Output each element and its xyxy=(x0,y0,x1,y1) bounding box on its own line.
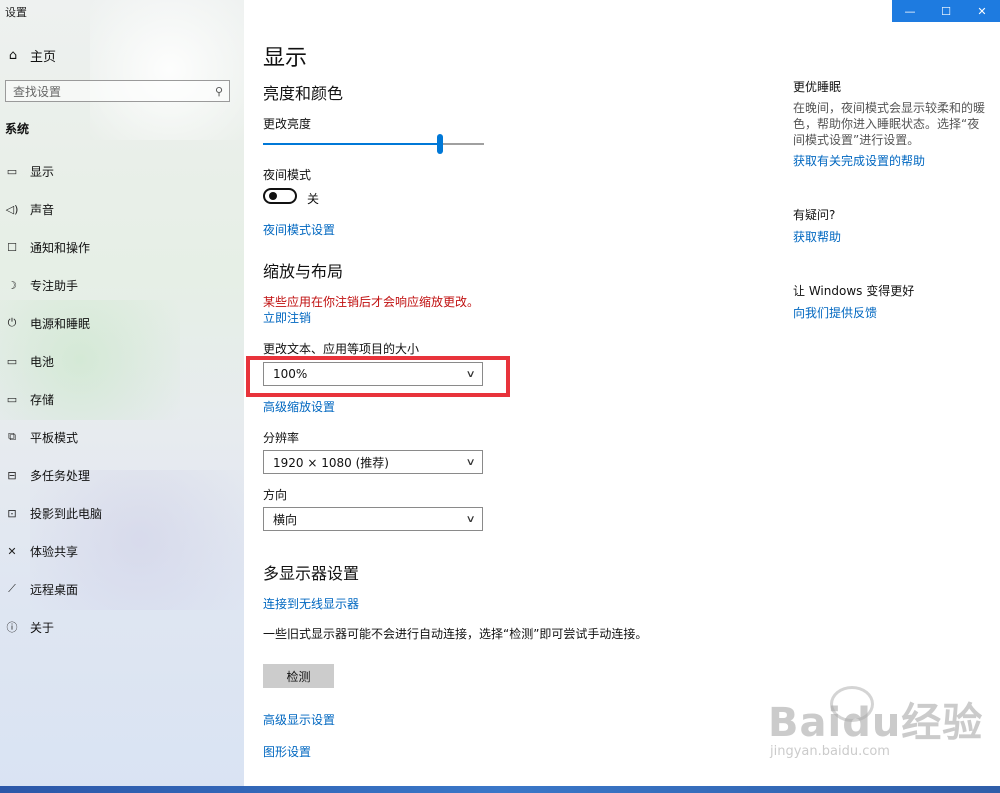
notification-icon: ☐ xyxy=(7,240,17,254)
sidebar-item-battery[interactable]: ▭ 电池 xyxy=(0,342,244,380)
advanced-scaling-link[interactable]: 高级缩放设置 xyxy=(263,398,335,415)
chevron-down-icon: ∨ xyxy=(465,513,476,525)
chevron-down-icon: ∨ xyxy=(465,456,476,468)
scale-size-label: 更改文本、应用等项目的大小 xyxy=(263,342,420,356)
search-input[interactable]: 查找设置 ⚲ xyxy=(5,80,230,102)
resolution-dropdown[interactable]: 1920 × 1080 (推荐) ∨ xyxy=(263,450,483,474)
search-placeholder: 查找设置 xyxy=(13,84,62,99)
brightness-heading: 亮度和颜色 xyxy=(263,84,344,103)
multi-display-description: 一些旧式显示器可能不会进行自动连接，选择“检测”即可尝试手动连接。 xyxy=(263,627,648,641)
night-mode-settings-link[interactable]: 夜间模式设置 xyxy=(263,221,335,238)
sidebar-item-label: 多任务处理 xyxy=(30,468,91,483)
feedback-link[interactable]: 向我们提供反馈 xyxy=(793,304,877,321)
sidebar-item-label: 声音 xyxy=(30,202,55,217)
sidebar-item-label: 电源和睡眠 xyxy=(30,316,91,331)
sleep-help-link[interactable]: 获取有关完成设置的帮助 xyxy=(793,152,925,169)
power-icon: ⏻ xyxy=(7,316,17,329)
sidebar-home[interactable]: ⌂ 主页 xyxy=(5,46,56,65)
sidebar-item-label: 显示 xyxy=(30,164,55,179)
sidebar-item-storage[interactable]: ▭ 存储 xyxy=(0,380,244,418)
speaker-icon: ◁) xyxy=(5,202,19,216)
question-heading: 有疑问? xyxy=(793,208,836,222)
get-help-link[interactable]: 获取帮助 xyxy=(793,228,841,245)
sidebar-nav: ▭ 显示 ◁) 声音 ☐ 通知和操作 ☽ 专注助手 ⏻ 电源和睡眠 ▭ 电池 ▭… xyxy=(0,152,244,646)
sidebar-item-label: 电池 xyxy=(30,354,55,369)
sidebar: 设置 ⌂ 主页 查找设置 ⚲ 系统 ▭ 显示 ◁) 声音 ☐ 通知和操作 ☽ 专… xyxy=(0,0,244,793)
sidebar-item-label: 存储 xyxy=(30,392,55,407)
sidebar-item-sound[interactable]: ◁) 声音 xyxy=(0,190,244,228)
sidebar-item-notifications[interactable]: ☐ 通知和操作 xyxy=(0,228,244,266)
monitor-icon: ▭ xyxy=(6,164,18,178)
sidebar-section-title: 系统 xyxy=(5,122,30,136)
night-mode-state: 关 xyxy=(307,192,320,206)
detect-button[interactable]: 检测 xyxy=(263,664,334,688)
share-icon: ✕ xyxy=(7,544,17,558)
project-icon: ⊡ xyxy=(7,506,17,520)
maximize-button[interactable]: ☐ xyxy=(928,0,964,22)
brightness-slider-fill xyxy=(263,143,440,145)
sidebar-item-label: 通知和操作 xyxy=(30,240,91,255)
resolution-label: 分辨率 xyxy=(263,431,300,445)
watermark: Baidu经验 jingyan.baidu.com xyxy=(768,686,984,759)
moon-icon: ☽ xyxy=(7,278,17,292)
sidebar-item-label: 专注助手 xyxy=(30,278,79,293)
sidebar-item-remote-desktop[interactable]: ⟋ 远程桌面 xyxy=(0,570,244,608)
sleep-description: 在晚间，夜间模式会显示较柔和的暖色，帮助你进入睡眠状态。选择“夜间模式设置”进行… xyxy=(793,101,986,147)
window-title: 设置 xyxy=(5,6,27,19)
info-icon: ⓘ xyxy=(6,621,18,634)
brightness-slider[interactable] xyxy=(263,134,484,154)
storage-icon: ▭ xyxy=(6,392,18,406)
sign-out-link[interactable]: 立即注销 xyxy=(263,309,311,326)
search-icon[interactable]: ⚲ xyxy=(215,85,223,98)
brightness-slider-thumb[interactable] xyxy=(436,134,443,154)
toggle-knob xyxy=(269,192,277,200)
home-icon: ⌂ xyxy=(8,48,18,63)
sidebar-item-about[interactable]: ⓘ 关于 xyxy=(0,608,244,646)
improve-heading: 让 Windows 变得更好 xyxy=(793,284,915,298)
background-glow xyxy=(90,0,244,140)
multi-display-heading: 多显示器设置 xyxy=(263,564,360,583)
night-mode-label: 夜间模式 xyxy=(263,168,312,182)
watermark-main: Baidu经验 xyxy=(768,700,984,746)
highlight-box xyxy=(246,356,510,397)
orientation-dropdown[interactable]: 横向 ∨ xyxy=(263,507,483,531)
orientation-label: 方向 xyxy=(263,488,288,502)
orientation-dropdown-value: 横向 xyxy=(273,512,298,527)
window-controls: — ☐ ✕ xyxy=(892,0,1000,22)
multitask-icon: ⊟ xyxy=(7,468,17,482)
sidebar-item-tablet[interactable]: ⧉ 平板模式 xyxy=(0,418,244,456)
night-mode-toggle[interactable] xyxy=(263,188,297,204)
battery-icon: ▭ xyxy=(6,354,18,368)
sleep-heading: 更优睡眠 xyxy=(793,80,842,94)
graphics-settings-link[interactable]: 图形设置 xyxy=(263,743,311,760)
taskbar-strip xyxy=(0,786,1000,793)
brightness-label: 更改亮度 xyxy=(263,117,312,131)
page-title: 显示 xyxy=(263,46,308,71)
paw-logo-icon xyxy=(830,686,874,722)
sidebar-item-project[interactable]: ⊡ 投影到此电脑 xyxy=(0,494,244,532)
scale-heading: 缩放与布局 xyxy=(263,262,344,281)
sidebar-item-label: 远程桌面 xyxy=(30,582,79,597)
close-button[interactable]: ✕ xyxy=(964,0,1000,22)
sidebar-item-shared[interactable]: ✕ 体验共享 xyxy=(0,532,244,570)
wireless-display-link[interactable]: 连接到无线显示器 xyxy=(263,595,359,612)
minimize-button[interactable]: — xyxy=(892,0,928,22)
scale-warning: 某些应用在你注销后才会响应缩放更改。 xyxy=(263,295,480,309)
resolution-dropdown-value: 1920 × 1080 (推荐) xyxy=(273,455,389,470)
sidebar-item-label: 关于 xyxy=(30,620,55,635)
tablet-icon: ⧉ xyxy=(8,430,16,443)
sidebar-item-power[interactable]: ⏻ 电源和睡眠 xyxy=(0,304,244,342)
sidebar-home-label: 主页 xyxy=(30,50,57,65)
sidebar-item-label: 投影到此电脑 xyxy=(30,506,103,521)
sidebar-item-label: 体验共享 xyxy=(30,544,79,559)
remote-desktop-icon: ⟋ xyxy=(8,582,16,595)
sidebar-item-display[interactable]: ▭ 显示 xyxy=(0,152,244,190)
advanced-display-link[interactable]: 高级显示设置 xyxy=(263,711,335,728)
sidebar-item-label: 平板模式 xyxy=(30,430,79,445)
sidebar-item-focus-assist[interactable]: ☽ 专注助手 xyxy=(0,266,244,304)
sidebar-item-multitask[interactable]: ⊟ 多任务处理 xyxy=(0,456,244,494)
